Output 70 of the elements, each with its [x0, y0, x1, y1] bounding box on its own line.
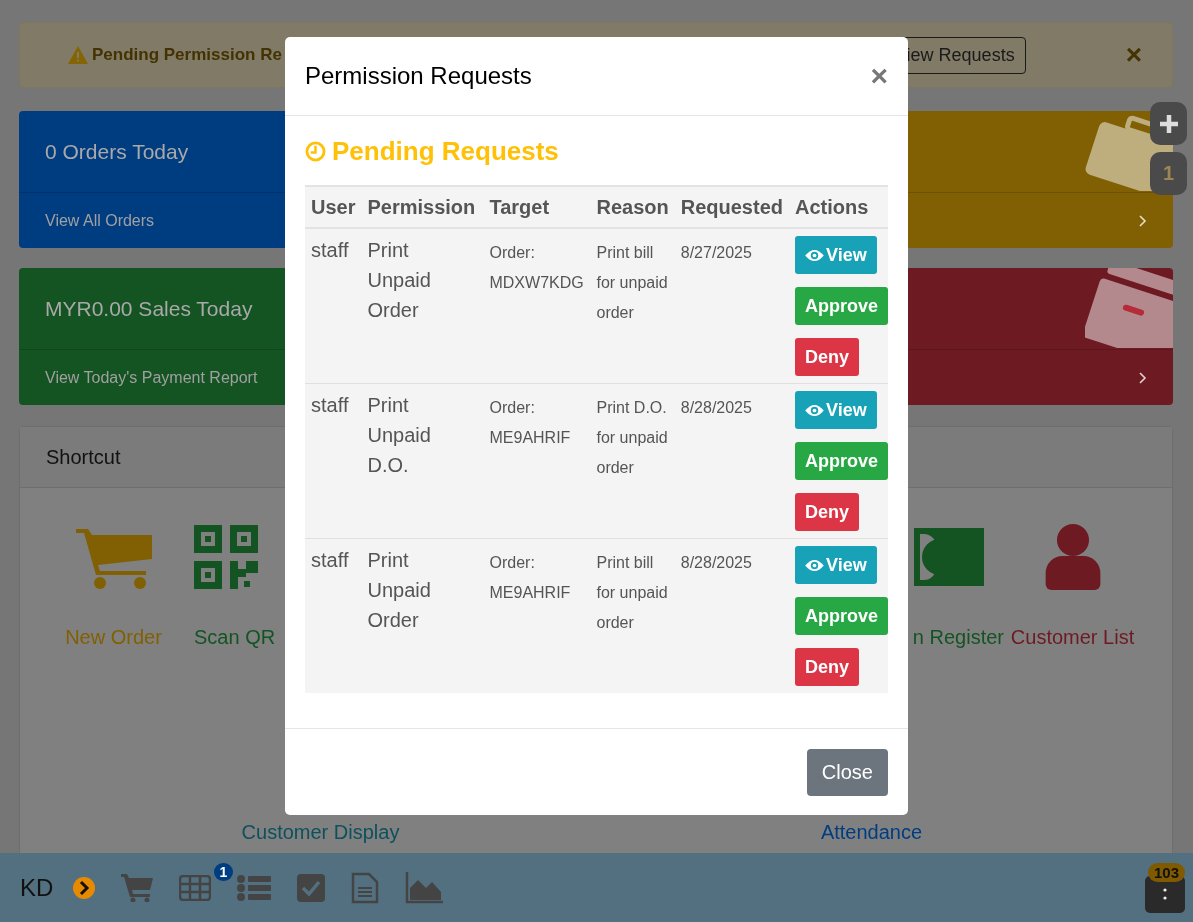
user-initials: KD	[20, 873, 54, 902]
plus-icon	[1159, 114, 1178, 133]
table-icon[interactable]	[179, 874, 212, 901]
table-cell: Print Unpaid D.O.	[361, 383, 484, 539]
shortcut-label[interactable]: Attendance	[820, 821, 923, 844]
approve-button[interactable]: Approve	[795, 597, 888, 635]
alert-title: Pending Permission Re	[92, 45, 282, 65]
person-icon[interactable]	[1043, 524, 1102, 590]
table-cell: staff	[305, 538, 362, 693]
approve-button[interactable]: Approve	[795, 287, 888, 325]
shortcut-label[interactable]: Customer Display	[241, 821, 400, 844]
checkbox-icon[interactable]	[297, 873, 326, 902]
card-title: MYR0.00 Sales Today	[45, 296, 253, 321]
list-icon[interactable]	[237, 874, 272, 901]
table-cell: 8/27/2025	[674, 228, 789, 384]
eye-icon	[805, 558, 824, 572]
table-cell: staff	[305, 383, 362, 539]
table-cell: Order: ME9AHRIF	[483, 538, 591, 693]
shortcut-label[interactable]: Customer List	[1010, 626, 1135, 649]
deny-button[interactable]: Deny	[795, 648, 859, 686]
document-icon[interactable]	[351, 871, 380, 904]
deny-button[interactable]: Deny	[795, 338, 859, 376]
card-link[interactable]: View Today's Payment Report	[45, 368, 258, 387]
card-title: 0 Orders Today	[45, 139, 189, 164]
table-cell: staff	[305, 228, 362, 384]
chevron-icon[interactable]	[1139, 214, 1147, 227]
column-header: User	[305, 186, 362, 228]
table-cell: Order: ME9AHRIF	[483, 383, 591, 539]
eye-icon	[805, 403, 824, 417]
chevron-icon[interactable]	[1139, 371, 1147, 384]
cart-icon[interactable]	[121, 873, 154, 902]
warning-icon	[68, 46, 88, 64]
deny-button[interactable]: Deny	[795, 493, 859, 531]
area-chart-icon[interactable]	[405, 871, 444, 904]
view-button[interactable]: View	[795, 236, 877, 274]
table-cell: Print Unpaid Order	[361, 228, 484, 384]
approve-button[interactable]: Approve	[795, 442, 888, 480]
menu-button[interactable]	[1145, 876, 1185, 913]
box-icon	[1085, 268, 1173, 348]
close-button[interactable]: ×	[870, 59, 888, 93]
modal-title: Permission Requests	[305, 62, 533, 90]
table-cell: 8/28/2025	[674, 383, 789, 539]
table-cell: Print bill for unpaid order	[590, 538, 675, 693]
notification-badge: 103	[1147, 863, 1185, 882]
column-header: Permission	[361, 186, 484, 228]
close-button[interactable]: ×	[1125, 39, 1142, 71]
column-header: Requested	[674, 186, 789, 228]
table-cell: Print Unpaid Order	[361, 538, 484, 693]
table-cell: Order: MDXW7KDG	[483, 228, 591, 384]
view-button[interactable]: View	[795, 391, 877, 429]
chevron-circle-icon[interactable]	[73, 876, 96, 899]
table-cell: Print bill for unpaid order	[590, 228, 675, 384]
count-button[interactable]: 1	[1150, 152, 1187, 195]
qr-code-icon[interactable]	[194, 524, 258, 590]
table-cell: 8/28/2025	[674, 538, 789, 693]
section-heading: Pending Requests	[332, 135, 559, 167]
shortcut-label[interactable]: n Register	[912, 626, 1004, 649]
add-button[interactable]	[1150, 102, 1187, 145]
view-button[interactable]: View	[795, 546, 877, 584]
card-link[interactable]: View All Orders	[45, 211, 155, 230]
close-button[interactable]: Close	[806, 748, 888, 796]
eye-icon	[805, 248, 824, 262]
clock-icon	[305, 140, 326, 162]
table-cell: Print D.O. for unpaid order	[590, 383, 675, 539]
column-header: Actions	[789, 186, 888, 228]
column-header: Reason	[590, 186, 675, 228]
count-badge: 1	[213, 862, 234, 881]
column-header: Target	[483, 186, 591, 228]
shortcut-label[interactable]: Scan QR	[194, 626, 276, 649]
panel-title: Shortcut	[46, 445, 121, 469]
